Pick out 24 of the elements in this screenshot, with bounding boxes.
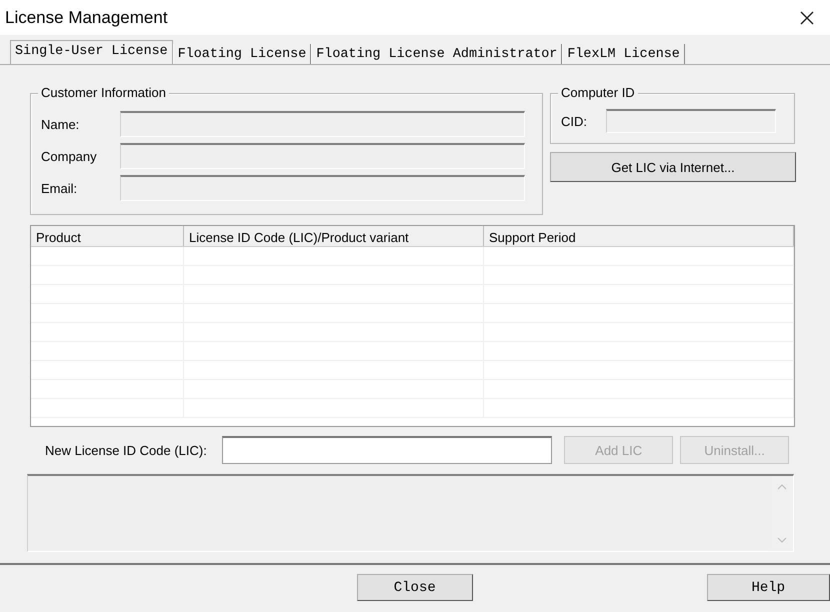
- input-field[interactable]: [120, 111, 525, 137]
- group-title: Customer Information: [38, 85, 169, 100]
- tab[interactable]: Single-User License: [10, 40, 173, 64]
- column-header[interactable]: Product: [31, 226, 184, 246]
- input-field[interactable]: [606, 109, 776, 133]
- group-title: Computer ID: [558, 85, 638, 100]
- tab[interactable]: Floating License: [172, 44, 312, 64]
- field-label: Name:: [41, 116, 80, 132]
- field-label: Company: [41, 148, 98, 164]
- column-header[interactable]: License ID Code (LIC)/Product variant: [184, 226, 484, 246]
- tab[interactable]: Floating License Administrator: [311, 44, 562, 64]
- field-label: CID:: [561, 114, 588, 128]
- close-icon[interactable]: [800, 10, 814, 24]
- column-header[interactable]: Support Period: [484, 226, 794, 246]
- dialog-button[interactable]: Help: [706, 574, 830, 601]
- field-label: New License ID Code (LIC):: [45, 442, 208, 458]
- input-field[interactable]: [120, 143, 525, 169]
- input-field[interactable]: [120, 175, 525, 201]
- input-field[interactable]: [222, 436, 552, 464]
- tab[interactable]: FlexLM License: [562, 44, 685, 64]
- window-title: License Management: [5, 8, 168, 28]
- dialog-button[interactable]: Close: [357, 574, 473, 601]
- field-label: Email:: [41, 180, 78, 196]
- get-lic-button[interactable]: Get LIC via Internet...: [550, 152, 796, 182]
